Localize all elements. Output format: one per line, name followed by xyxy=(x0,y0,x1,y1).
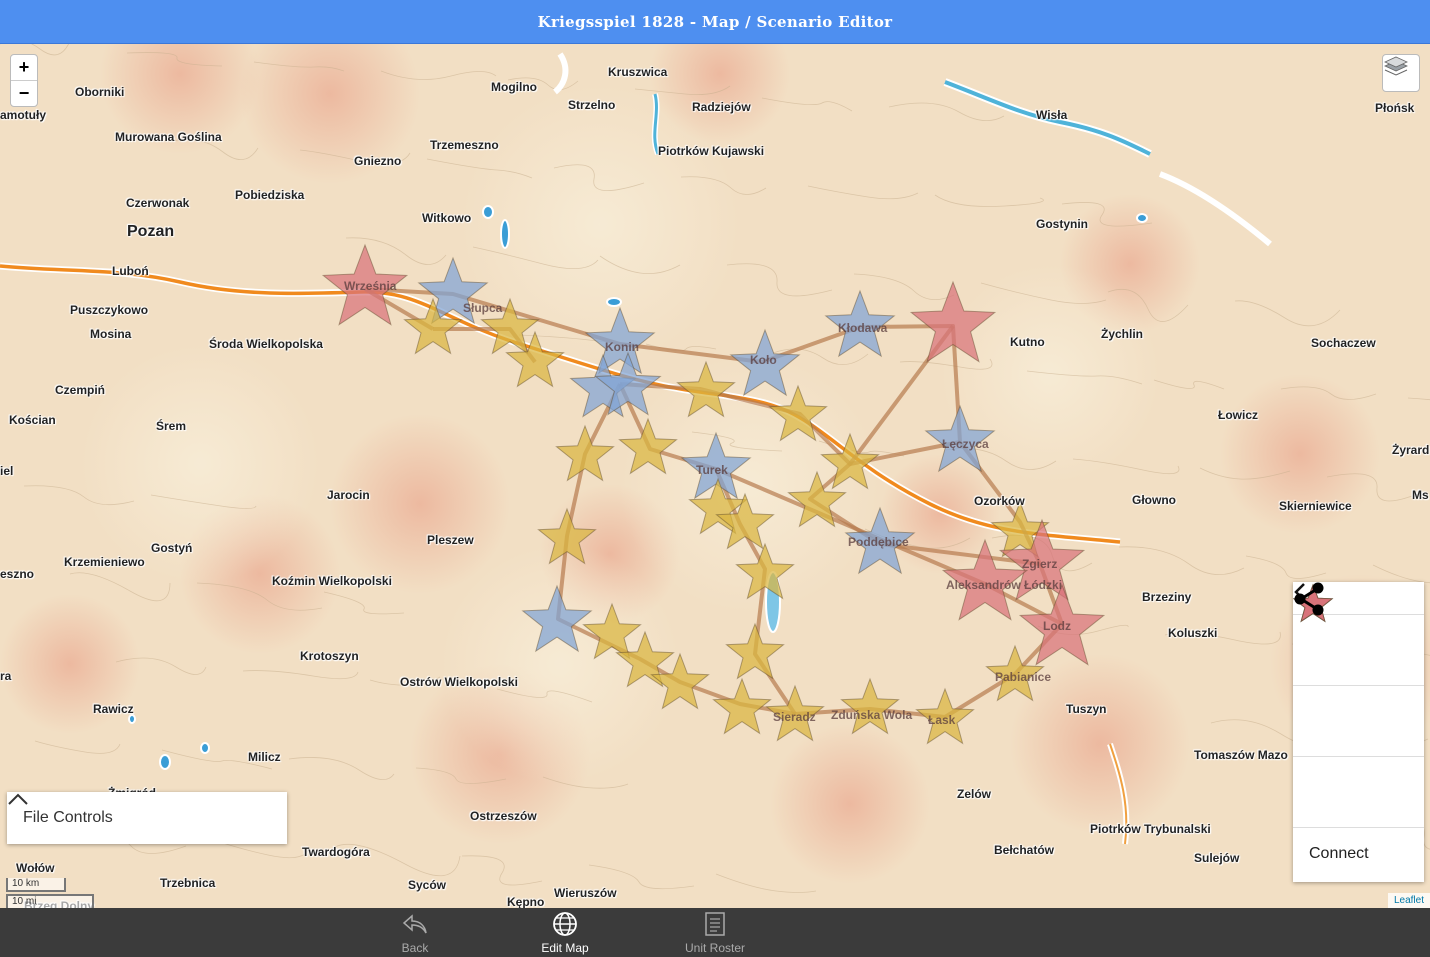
leaflet-attribution[interactable]: Leaflet xyxy=(1387,893,1430,908)
back-arrow-icon xyxy=(402,914,427,934)
zoom-out-button[interactable]: − xyxy=(11,80,37,106)
file-controls-label: File Controls xyxy=(23,809,113,826)
add-red-team-unit-button[interactable] xyxy=(1293,583,1424,827)
scale-mi: 10 mi xyxy=(6,894,94,908)
connect-button[interactable]: Connect xyxy=(1293,582,1424,880)
zoom-control: + − xyxy=(10,54,38,107)
bottom-nav: Back Edit Map Unit Roster xyxy=(0,908,1430,957)
map-canvas[interactable] xyxy=(0,44,1430,908)
title-bar: Kriegsspiel 1828 - Map / Scenario Editor xyxy=(0,0,1430,44)
map-view[interactable]: Oborniki amotuły Murowana Goślina Mogilno Kr… xyxy=(0,44,1430,908)
share-icon xyxy=(1294,582,1324,616)
team-panel: Connect xyxy=(1293,582,1424,882)
app-title: Kriegsspiel 1828 - Map / Scenario Editor xyxy=(537,12,893,31)
edit-map-label: Edit Map xyxy=(541,941,589,955)
zoom-in-button[interactable]: + xyxy=(11,55,37,80)
edit-map-button[interactable]: Edit Map xyxy=(505,908,625,957)
scale-bar: 10 km 10 mi xyxy=(6,878,94,908)
file-controls-toggle[interactable]: File Controls xyxy=(7,792,287,844)
layers-icon xyxy=(1384,56,1408,76)
layers-button[interactable] xyxy=(1382,54,1420,92)
unit-roster-button[interactable]: Unit Roster xyxy=(655,908,775,957)
back-button[interactable]: Back xyxy=(355,908,475,957)
unit-roster-label: Unit Roster xyxy=(684,941,746,955)
scale-km: 10 km xyxy=(6,878,66,892)
connect-label: Connect xyxy=(1309,845,1369,862)
globe-icon xyxy=(553,912,577,936)
back-label: Back xyxy=(401,941,429,955)
document-icon xyxy=(705,912,725,936)
chevron-up-icon xyxy=(8,793,28,805)
add-blue-team-unit-button[interactable] xyxy=(1293,583,1424,756)
